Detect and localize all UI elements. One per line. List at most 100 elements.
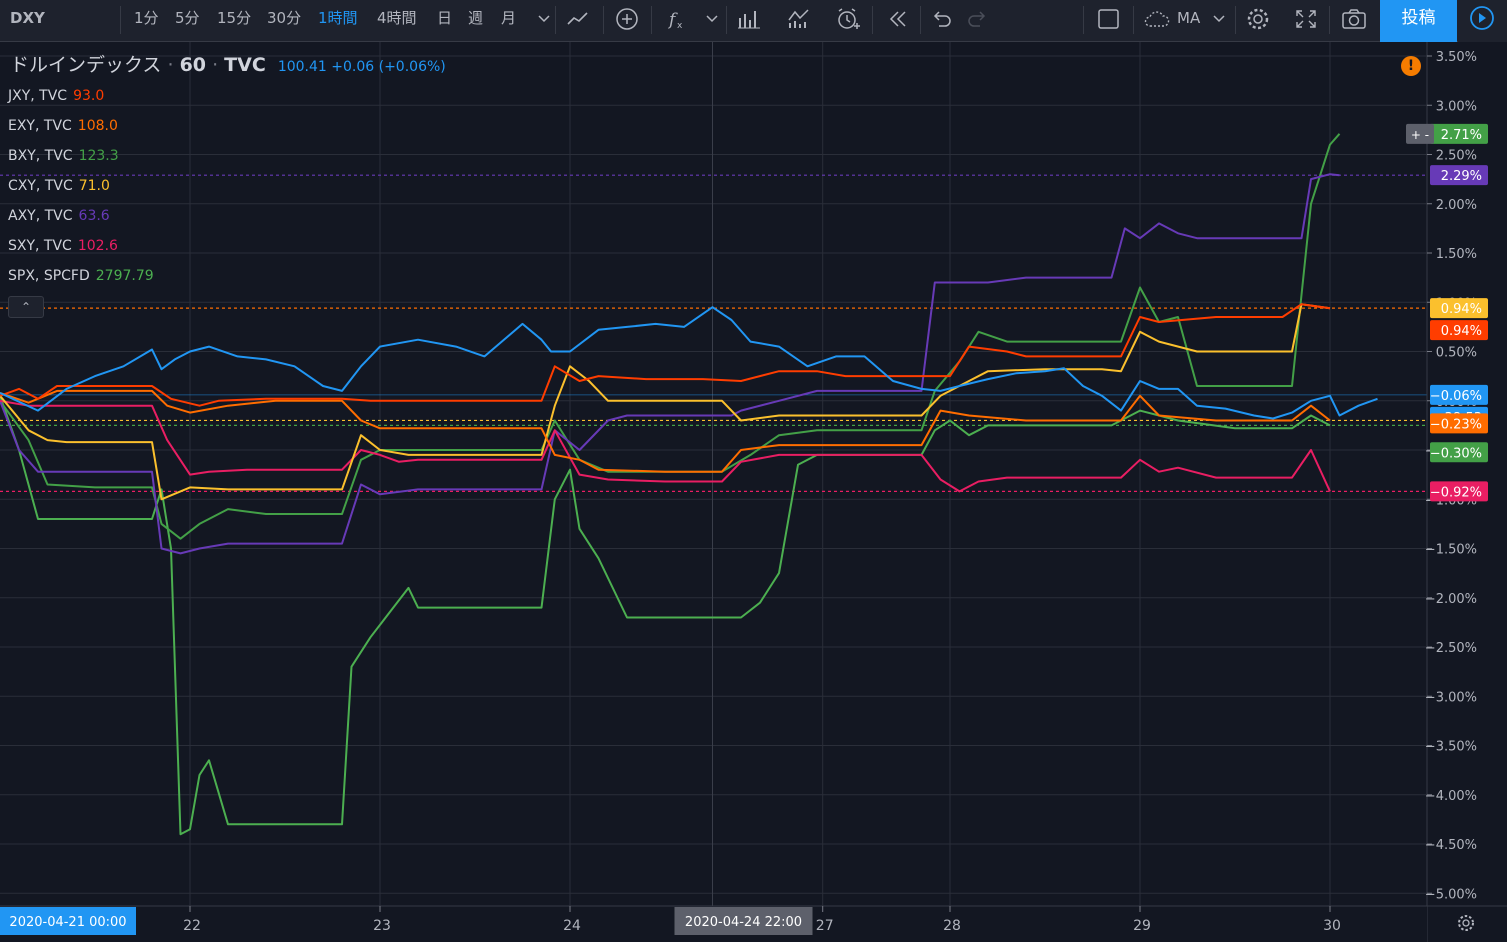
start-time-text: 2020-04-21 00:00	[9, 915, 126, 930]
legend-row-value: 2797.79	[95, 268, 154, 284]
price-label: −0.30%	[1430, 442, 1488, 463]
legend-title[interactable]: ドルインデックス · 60 · TVC 100.41 +0.06 (+0.06%…	[10, 50, 446, 77]
y-tick-label: −2.50%	[1425, 641, 1477, 656]
interval-week[interactable]: 週	[468, 0, 483, 42]
chevron-down-icon[interactable]	[1205, 6, 1233, 32]
y-tick-label: −5.00%	[1425, 887, 1477, 902]
line-chart-icon[interactable]	[565, 6, 593, 32]
y-tick-label: −1.50%	[1425, 543, 1477, 558]
legend-row-symbol: SXY, TVC	[8, 238, 72, 254]
undo-icon[interactable]	[927, 6, 955, 32]
y-tick-label: −4.50%	[1425, 838, 1477, 853]
square-icon[interactable]	[1095, 6, 1123, 32]
legend-resolution: 60	[179, 54, 207, 76]
legend-row-spx[interactable]: SPX, SPCFD 2797.79	[8, 268, 154, 284]
legend-row-axy[interactable]: AXY, TVC 63.6	[8, 208, 110, 224]
price-label: −0.06%	[1430, 384, 1488, 405]
price-label-text: −0.23%	[1430, 417, 1482, 432]
legend-row-value: 123.3	[78, 148, 119, 164]
bar-chart-icon[interactable]	[736, 6, 764, 32]
toolbar-divider	[603, 6, 604, 34]
toolbar-divider	[1235, 6, 1236, 34]
interval-month[interactable]: 月	[501, 0, 516, 42]
price-label: 0.94%	[1430, 298, 1488, 319]
dashed-levels	[0, 174, 1497, 492]
x-tick-label: 24	[563, 918, 581, 934]
plus-circle-icon[interactable]	[613, 6, 641, 32]
symbol-search[interactable]: DXY	[10, 0, 45, 36]
series-line-exy	[0, 389, 1331, 473]
redo-icon[interactable]	[964, 6, 992, 32]
interval-5m[interactable]: 5分	[175, 0, 200, 42]
legend-symbol-name: ドルインデックス	[10, 54, 162, 76]
legend-row-sxy[interactable]: SXY, TVC 102.6	[8, 238, 118, 254]
series-line-dxy	[0, 306, 1378, 420]
toolbar-divider	[1083, 6, 1084, 34]
cloud-icon[interactable]	[1143, 6, 1171, 32]
chevron-down-icon[interactable]	[698, 6, 726, 32]
legend-row-cxy[interactable]: CXY, TVC 71.0	[8, 178, 110, 194]
price-label: 0.94%	[1430, 320, 1488, 341]
gear-icon[interactable]	[1244, 6, 1272, 32]
post-button[interactable]: 投稿	[1380, 0, 1457, 42]
compare-icon[interactable]	[786, 6, 814, 32]
interval-1m[interactable]: 1分	[134, 0, 159, 42]
chart-area[interactable]: 3.50%3.00%2.50%2.00%1.50%1.00%0.50%0.00%…	[0, 42, 1507, 942]
price-label-text: −0.92%	[1430, 485, 1482, 500]
interval-1h[interactable]: 1時間	[318, 0, 358, 42]
legend-row-exy[interactable]: EXY, TVC 108.0	[8, 118, 118, 134]
indicator-ma-label[interactable]: MA	[1177, 0, 1200, 42]
start-time-label: 2020-04-21 00:00	[0, 907, 136, 935]
alert-icon[interactable]: !	[1401, 56, 1421, 76]
fullscreen-icon[interactable]	[1292, 6, 1320, 32]
crosshair-time-label: 2020-04-24 22:00	[674, 907, 813, 935]
y-tick-label: −4.00%	[1425, 789, 1477, 804]
y-tick-label: 2.50%	[1436, 149, 1477, 164]
toolbar-divider	[1133, 6, 1134, 34]
interval-30m[interactable]: 30分	[267, 0, 301, 42]
gear-icon[interactable]	[1455, 912, 1477, 934]
price-label: −0.23%	[1430, 413, 1488, 434]
legend-row-bxy[interactable]: BXY, TVC 123.3	[8, 148, 119, 164]
series-line-axy	[0, 173, 1340, 555]
price-label-text: 2.29%	[1441, 169, 1482, 184]
y-tick-label: −3.50%	[1425, 740, 1477, 755]
interval-15m[interactable]: 15分	[217, 0, 251, 42]
price-label-text: −0.30%	[1430, 446, 1482, 461]
price-labels: 2.71%+ -2.29%0.94%0.94%−0.06%38:53−0.23%…	[1406, 123, 1488, 502]
chevron-down-icon[interactable]	[530, 6, 558, 32]
legend-row-value: 108.0	[77, 118, 118, 134]
play-button[interactable]	[1458, 0, 1507, 42]
toolbar-divider	[920, 6, 921, 34]
x-tick-label: 22	[183, 918, 201, 934]
alarm-icon[interactable]	[834, 6, 862, 32]
series-lines	[0, 133, 1378, 836]
legend-collapse-button[interactable]: ⌃	[8, 296, 44, 318]
x-tick-label: 29	[1133, 918, 1151, 934]
x-tick-label: 30	[1323, 918, 1341, 934]
replay-icon[interactable]	[884, 6, 912, 32]
series-line-spx	[0, 395, 1331, 836]
toolbar-divider	[872, 6, 873, 34]
price-label: −0.92%	[1430, 481, 1488, 502]
interval-day[interactable]: 日	[437, 0, 452, 42]
y-tick-label: 3.50%	[1436, 50, 1477, 65]
toolbar-divider	[651, 6, 652, 34]
legend-row-value: 71.0	[78, 178, 110, 194]
series-line-sxy	[0, 399, 1331, 493]
interval-4h[interactable]: 4時間	[377, 0, 417, 42]
plus-minus-label: + -	[1411, 128, 1429, 142]
crosshair-time-text: 2020-04-24 22:00	[685, 915, 802, 930]
camera-icon[interactable]	[1340, 6, 1368, 32]
toolbar-divider	[1329, 6, 1330, 34]
price-label-text: −0.06%	[1430, 389, 1482, 404]
legend-row-jxy[interactable]: JXY, TVC 93.0	[8, 88, 104, 104]
fx-icon[interactable]: fx	[663, 6, 691, 32]
legend-row-symbol: BXY, TVC	[8, 148, 73, 164]
x-tick-label: 28	[943, 918, 961, 934]
legend-row-symbol: EXY, TVC	[8, 118, 72, 134]
price-label: 2.29%	[1430, 165, 1488, 186]
legend-row-symbol: AXY, TVC	[8, 208, 73, 224]
price-label: 2.71% + -	[1406, 123, 1488, 144]
price-label-text: 0.94%	[1441, 324, 1482, 339]
